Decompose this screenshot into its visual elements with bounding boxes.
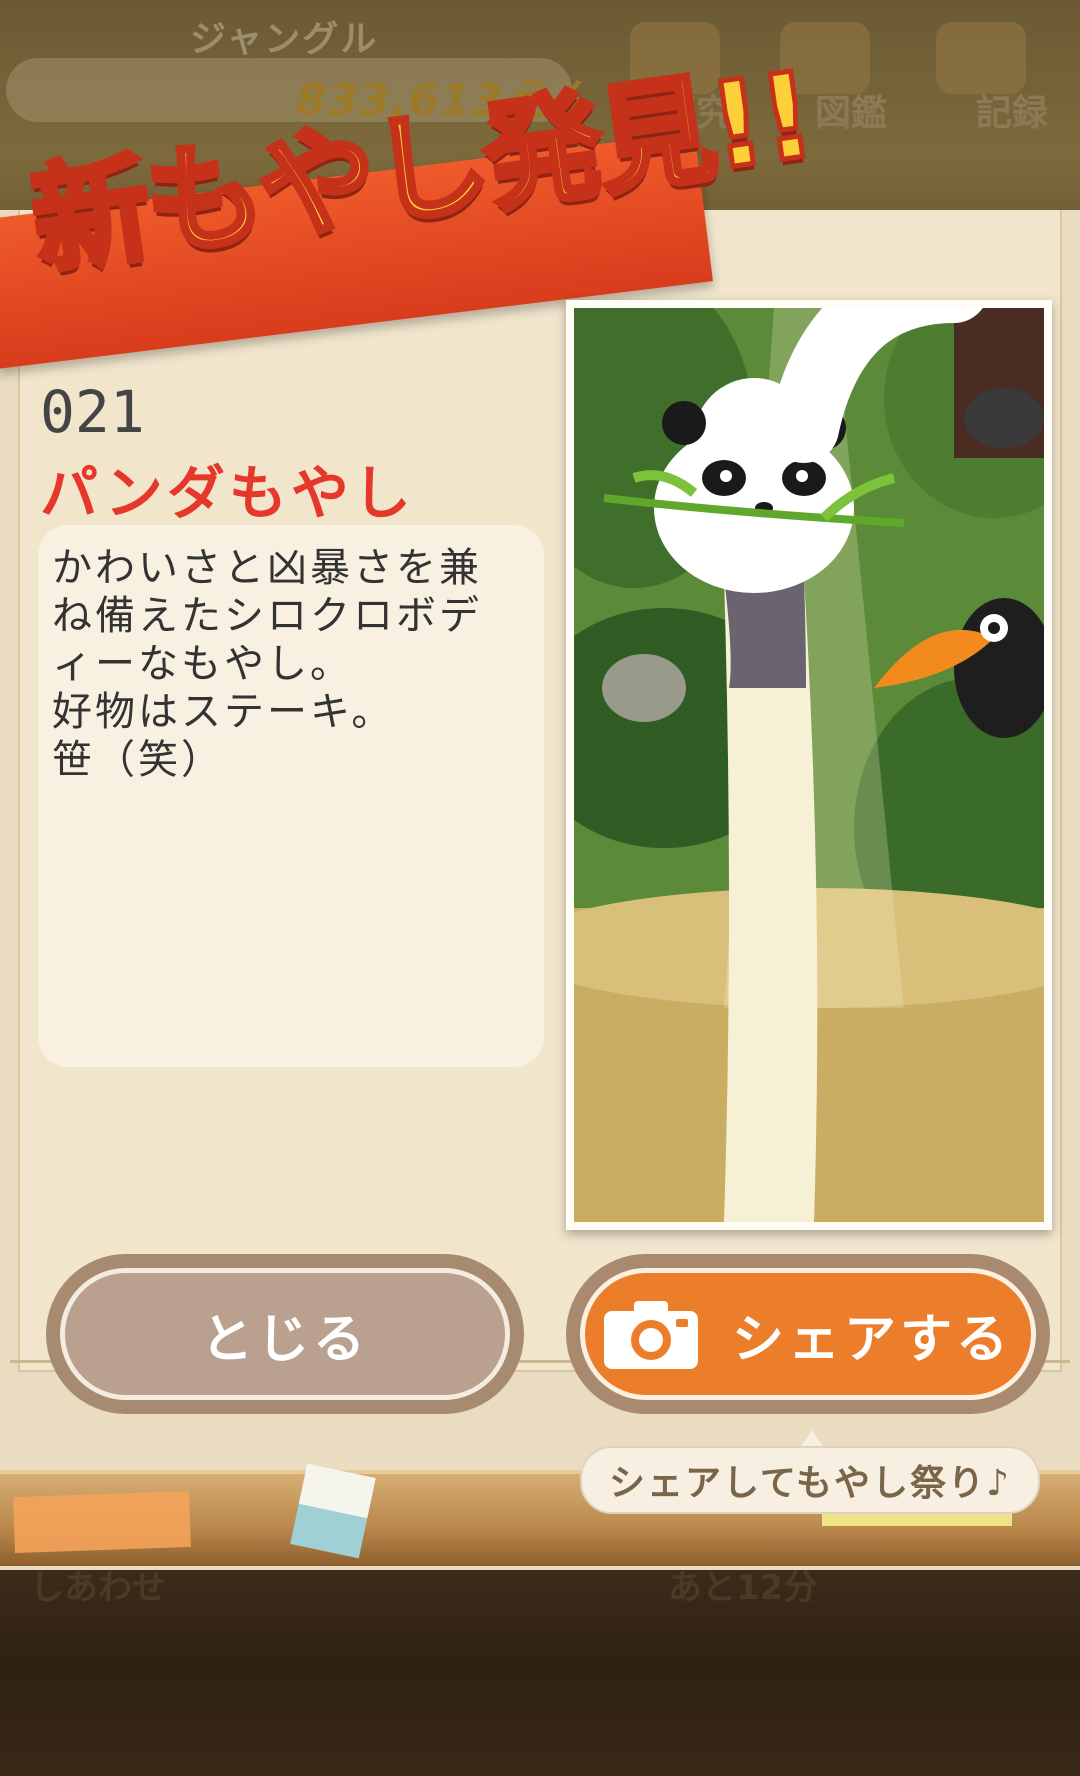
item-name: パンダもやし xyxy=(40,459,415,527)
nav-encyclopedia-label: 図鑑 xyxy=(815,93,888,134)
item-description-box: かわいさと凶暴さを兼 ね備えたシロクロボデ ィーなもやし。 好物はステーキ。 笹… xyxy=(38,525,544,1067)
sticky-note-orange xyxy=(13,1490,191,1554)
item-number: 021 xyxy=(40,378,145,446)
stage-name: ジャングル xyxy=(190,19,379,60)
camera-icon xyxy=(603,1299,698,1369)
share-button-label: シェアする xyxy=(731,1309,1012,1370)
nav-records[interactable]: 記録 xyxy=(920,0,1070,134)
description-line: 笹（笑） xyxy=(52,737,224,783)
close-button[interactable]: とじる xyxy=(60,1268,510,1400)
panda-moyashi-illustration xyxy=(574,308,1044,1222)
share-button-frame: シェアする xyxy=(566,1254,1050,1414)
item-illustration-frame xyxy=(566,300,1052,1230)
share-tip: シェアしてもやし祭り♪ xyxy=(580,1446,1040,1514)
close-button-label: とじる xyxy=(200,1309,369,1370)
share-button[interactable]: シェアする xyxy=(580,1268,1036,1400)
close-button-frame: とじる xyxy=(46,1254,524,1414)
nav-records-label: 記録 xyxy=(976,93,1049,134)
